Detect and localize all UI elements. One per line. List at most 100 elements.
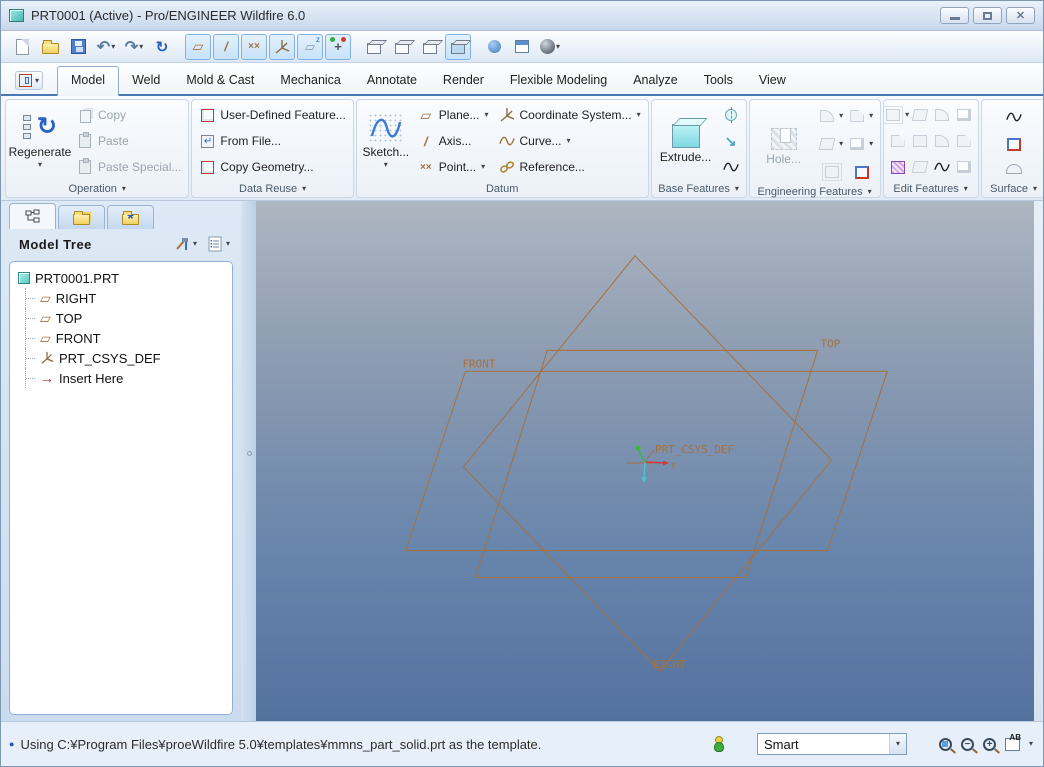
group-label-datum[interactable]: Datum	[360, 180, 645, 197]
flag-note-button[interactable]: AB	[1004, 733, 1021, 751]
from-file-button[interactable]: From File...	[195, 132, 349, 150]
group-label-surface[interactable]: Surface ▾	[985, 180, 1043, 197]
group-label-base-features[interactable]: Base Features ▾	[655, 180, 743, 197]
mirror-button[interactable]	[887, 134, 909, 148]
paste-button[interactable]: Paste	[73, 132, 185, 150]
datum-point-button[interactable]: ×× Point... ▾	[414, 158, 493, 176]
regenerate-button[interactable]: ↻ Regenerate ▾	[9, 102, 72, 180]
tree-item-csys[interactable]: PRT_CSYS_DEF	[14, 348, 228, 368]
tree-settings-button[interactable]: ▾	[171, 234, 200, 254]
style-button[interactable]	[1002, 163, 1026, 175]
rib-button[interactable]	[821, 163, 843, 181]
dropdown-arrow-icon[interactable]: ▾	[637, 111, 641, 119]
wireframe-button[interactable]	[361, 34, 387, 60]
tree-item-front-plane[interactable]: ▱ FRONT	[14, 328, 228, 348]
paste-special-button[interactable]: Paste Special...	[73, 158, 185, 176]
tab-annotate[interactable]: Annotate	[354, 67, 430, 94]
tab-mold-cast[interactable]: Mold & Cast	[173, 67, 267, 94]
extend-button[interactable]	[953, 108, 975, 122]
plane-display-toggle[interactable]: ▱	[185, 33, 211, 60]
tab-mechanica[interactable]: Mechanica	[267, 67, 353, 94]
pipe-button[interactable]	[851, 165, 873, 180]
new-file-button[interactable]	[9, 34, 35, 60]
restore-button[interactable]	[973, 7, 1002, 24]
tree-item-top-plane[interactable]: ▱ TOP	[14, 308, 228, 328]
dropdown-arrow-icon[interactable]: ▾	[111, 42, 115, 51]
regenerate-quick-button[interactable]: ↻	[149, 34, 175, 60]
group-label-engineering-features[interactable]: Engineering Features ▾	[753, 186, 877, 198]
sketch-button[interactable]: Sketch... ▾	[360, 102, 412, 180]
top-plane-label[interactable]: TOP	[821, 337, 841, 350]
dropdown-arrow-icon[interactable]: ▾	[38, 161, 42, 169]
tree-item-part[interactable]: PRT0001.PRT	[14, 268, 228, 288]
viewport-canvas[interactable]: TOP FRONT RIGHT x PRT_CSYS_DEF	[256, 201, 1034, 721]
chamfer-button[interactable]: ▾	[846, 109, 877, 123]
round-button[interactable]: ▾	[816, 109, 847, 123]
revolve-button[interactable]	[719, 106, 743, 124]
undo-button[interactable]: ↶ ▾	[93, 34, 119, 60]
tab-analyze[interactable]: Analyze	[620, 67, 690, 94]
datum-plane-front[interactable]	[404, 370, 889, 552]
dropdown-arrow-icon[interactable]: ▾	[567, 137, 571, 145]
annotation-display-toggle[interactable]: ▱ z	[297, 33, 323, 60]
app-menu-button[interactable]: ▾	[15, 71, 44, 90]
thicken-button[interactable]	[953, 160, 975, 174]
title-bar[interactable]: PRT0001 (Active) - Pro/ENGINEER Wildfire…	[1, 1, 1043, 31]
right-plane-label[interactable]: RIGHT	[653, 658, 686, 671]
nav-tab-favorites[interactable]: *	[107, 205, 154, 229]
tab-weld[interactable]: Weld	[119, 67, 173, 94]
scale-button[interactable]	[909, 108, 931, 122]
no-hidden-button[interactable]	[417, 34, 443, 60]
tab-tools[interactable]: Tools	[691, 67, 746, 94]
dropdown-arrow-icon[interactable]: ▾	[1029, 740, 1033, 748]
orientation-button[interactable]	[481, 34, 507, 60]
selection-filter-dropdown[interactable]: ▾	[888, 734, 906, 754]
intersect-button[interactable]	[931, 134, 953, 148]
nav-tab-model-tree[interactable]	[9, 203, 56, 229]
datum-plane-button[interactable]: ▱ Plane... ▾	[414, 106, 493, 124]
datum-plane-top[interactable]	[474, 349, 819, 579]
dropdown-arrow-icon[interactable]: ▾	[481, 163, 485, 171]
spin-center-toggle[interactable]: +	[325, 33, 351, 60]
tree-show-button[interactable]: ▾	[204, 234, 233, 254]
group-label-data-reuse[interactable]: Data Reuse ▾	[195, 180, 349, 197]
tab-render[interactable]: Render	[430, 67, 497, 94]
save-button[interactable]	[65, 34, 91, 60]
coordinate-system-button[interactable]: Coordinate System... ▾	[495, 106, 645, 124]
regen-status-icon[interactable]	[713, 736, 724, 752]
group-label-operation[interactable]: Operation ▾	[9, 180, 185, 197]
datum-reference-button[interactable]: Reference...	[495, 158, 645, 176]
point-display-toggle[interactable]: ××	[241, 33, 267, 60]
swept-blend-button[interactable]	[719, 158, 743, 176]
open-button[interactable]	[37, 34, 63, 60]
tab-view[interactable]: View	[746, 67, 799, 94]
wrap-button[interactable]	[930, 158, 954, 176]
csys-label[interactable]: PRT_CSYS_DEF	[655, 443, 734, 456]
trim-button[interactable]	[953, 134, 975, 148]
boundary-blend-button[interactable]	[1002, 108, 1026, 126]
front-plane-label[interactable]: FRONT	[462, 357, 495, 370]
datum-axis-button[interactable]: / Axis...	[414, 132, 493, 150]
shaded-button[interactable]	[445, 33, 471, 60]
redo-button[interactable]: ↷ ▾	[121, 34, 147, 60]
merge-button[interactable]	[931, 108, 953, 122]
close-button[interactable]: ✕	[1006, 7, 1035, 24]
view-manager-button[interactable]	[509, 34, 535, 60]
nav-tab-folder-browser[interactable]	[58, 205, 105, 229]
user-defined-feature-button[interactable]: User-Defined Feature...	[195, 106, 349, 124]
sweep-button[interactable]: ↘	[719, 132, 743, 150]
zoom-in-button[interactable]: +	[982, 737, 996, 751]
csys-display-toggle[interactable]	[269, 33, 295, 60]
extrude-button[interactable]: Extrude...	[655, 102, 717, 180]
offset-button[interactable]	[909, 134, 931, 148]
dropdown-arrow-icon[interactable]: ▾	[384, 161, 388, 169]
tree-item-right-plane[interactable]: ▱ RIGHT	[14, 288, 228, 308]
copy-geometry-button[interactable]: Copy Geometry...	[195, 158, 349, 176]
hidden-line-button[interactable]	[389, 34, 415, 60]
dropdown-arrow-icon[interactable]: ▾	[556, 42, 560, 51]
shell-button[interactable]: ▾	[846, 137, 877, 151]
draft-button[interactable]: ▾	[816, 137, 847, 151]
fill-button[interactable]	[1003, 137, 1025, 152]
appearance-gallery-button[interactable]: ▾	[537, 34, 563, 60]
axis-display-toggle[interactable]: /	[213, 33, 239, 60]
